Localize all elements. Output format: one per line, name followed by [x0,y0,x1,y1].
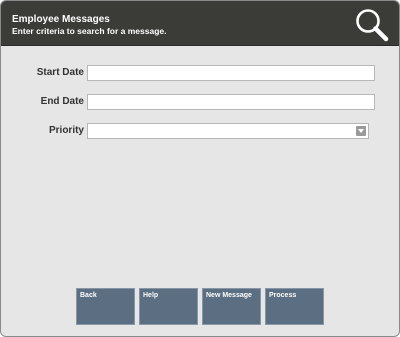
start-date-row: Start Date [1,65,399,81]
start-date-input[interactable] [87,65,375,81]
back-button[interactable]: Back [76,288,135,325]
page-subtitle: Enter criteria to search for a message. [12,26,167,36]
priority-label: Priority [48,125,84,136]
search-icon[interactable] [353,6,391,44]
priority-row: Priority [1,123,399,139]
end-date-label: End Date [40,96,84,107]
page-title: Employee Messages [12,14,110,25]
process-button[interactable]: Process [265,288,324,325]
chevron-down-icon[interactable] [356,126,366,136]
start-date-label: Start Date [36,67,84,78]
header-bar: Employee Messages Enter criteria to sear… [1,1,399,46]
new-message-button[interactable]: New Message [202,288,261,325]
priority-select[interactable] [87,123,369,139]
end-date-row: End Date [1,94,399,110]
end-date-input[interactable] [87,94,375,110]
employee-messages-window: Employee Messages Enter criteria to sear… [0,0,400,337]
help-button[interactable]: Help [139,288,198,325]
